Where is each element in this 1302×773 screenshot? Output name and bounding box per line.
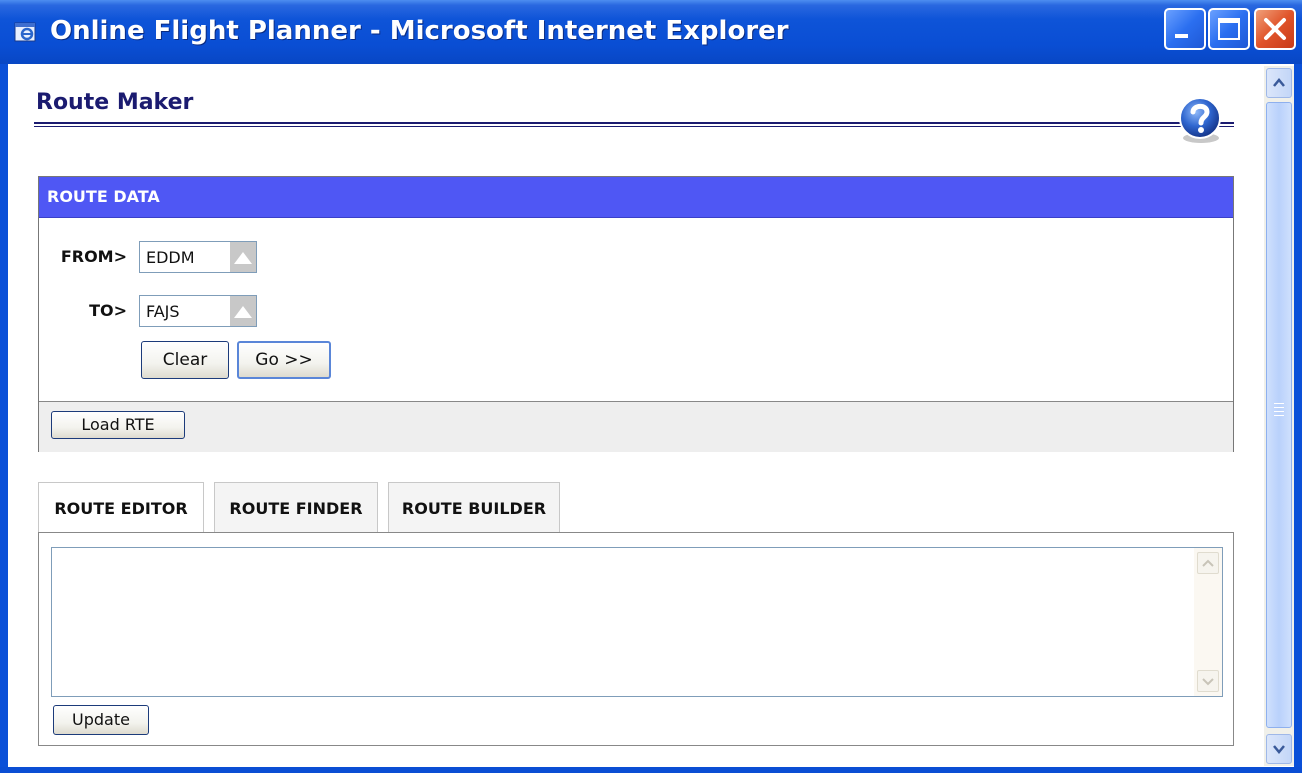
tab-route-finder-label: ROUTE FINDER — [229, 499, 363, 518]
route-data-panel: ROUTE DATA FROM> EDDM TO> FAJS Clear Go — [38, 176, 1234, 452]
to-value: FAJS — [146, 302, 180, 321]
to-label: TO> — [89, 301, 127, 320]
from-field[interactable]: EDDM — [139, 241, 257, 273]
page-scroll-up-button[interactable] — [1266, 68, 1292, 98]
chevron-down-icon — [1273, 745, 1285, 754]
page-content: Route Maker ROUTE DATA FROM> EDDM TO> FA… — [8, 64, 1294, 767]
tab-route-editor-label: ROUTE EDITOR — [54, 499, 188, 518]
to-dropdown-button[interactable] — [230, 296, 256, 326]
close-icon — [1264, 18, 1286, 40]
minimize-icon — [1175, 34, 1188, 38]
chevron-up-icon — [1202, 559, 1214, 567]
load-rte-button-label: Load RTE — [81, 415, 155, 434]
page-scroll-thumb[interactable] — [1266, 102, 1292, 728]
title-divider — [34, 122, 1234, 124]
update-button-label: Update — [72, 710, 130, 729]
from-label: FROM> — [60, 247, 127, 266]
tab-route-editor[interactable]: ROUTE EDITOR — [38, 482, 204, 534]
maximize-icon — [1218, 18, 1240, 40]
chevron-up-icon — [1273, 78, 1285, 87]
clear-button-label: Clear — [162, 350, 208, 370]
internet-explorer-icon — [14, 22, 36, 42]
triangle-up-icon — [234, 306, 252, 318]
from-dropdown-button[interactable] — [230, 242, 256, 272]
grip-icon — [1274, 403, 1284, 416]
page-scrollbar[interactable] — [1264, 66, 1294, 766]
maximize-button[interactable] — [1208, 8, 1250, 50]
title-bar[interactable]: Online Flight Planner - Microsoft Intern… — [0, 0, 1302, 64]
title-divider-secondary — [34, 126, 1234, 127]
update-button[interactable]: Update — [53, 705, 149, 735]
window-title: Online Flight Planner - Microsoft Intern… — [50, 16, 789, 46]
chevron-down-icon — [1202, 678, 1214, 686]
tab-route-finder[interactable]: ROUTE FINDER — [214, 482, 378, 534]
route-data-header-label: ROUTE DATA — [47, 187, 160, 206]
triangle-up-icon — [234, 252, 252, 264]
to-field[interactable]: FAJS — [139, 295, 257, 327]
scroll-down-button[interactable] — [1197, 670, 1219, 692]
tab-route-builder[interactable]: ROUTE BUILDER — [388, 482, 560, 534]
route-text-area[interactable] — [51, 547, 1223, 697]
minimize-button[interactable] — [1164, 8, 1206, 50]
route-data-footer: Load RTE — [39, 401, 1233, 452]
close-button[interactable] — [1254, 8, 1296, 50]
go-button[interactable]: Go >> — [237, 341, 331, 379]
from-value: EDDM — [146, 248, 195, 267]
page-scroll-down-button[interactable] — [1266, 734, 1292, 764]
browser-window: Online Flight Planner - Microsoft Intern… — [0, 0, 1302, 773]
go-button-label: Go >> — [255, 350, 313, 370]
help-icon[interactable] — [1176, 94, 1226, 146]
tab-route-builder-label: ROUTE BUILDER — [401, 499, 547, 518]
clear-button[interactable]: Clear — [141, 341, 229, 379]
route-data-header: ROUTE DATA — [39, 177, 1233, 218]
window-frame-bottom — [0, 767, 1302, 773]
load-rte-button[interactable]: Load RTE — [51, 411, 185, 439]
page-title: Route Maker — [36, 90, 194, 115]
scroll-up-button[interactable] — [1197, 552, 1219, 574]
text-area-scrollbar[interactable] — [1194, 548, 1222, 696]
route-editor-panel: Update — [38, 532, 1234, 746]
